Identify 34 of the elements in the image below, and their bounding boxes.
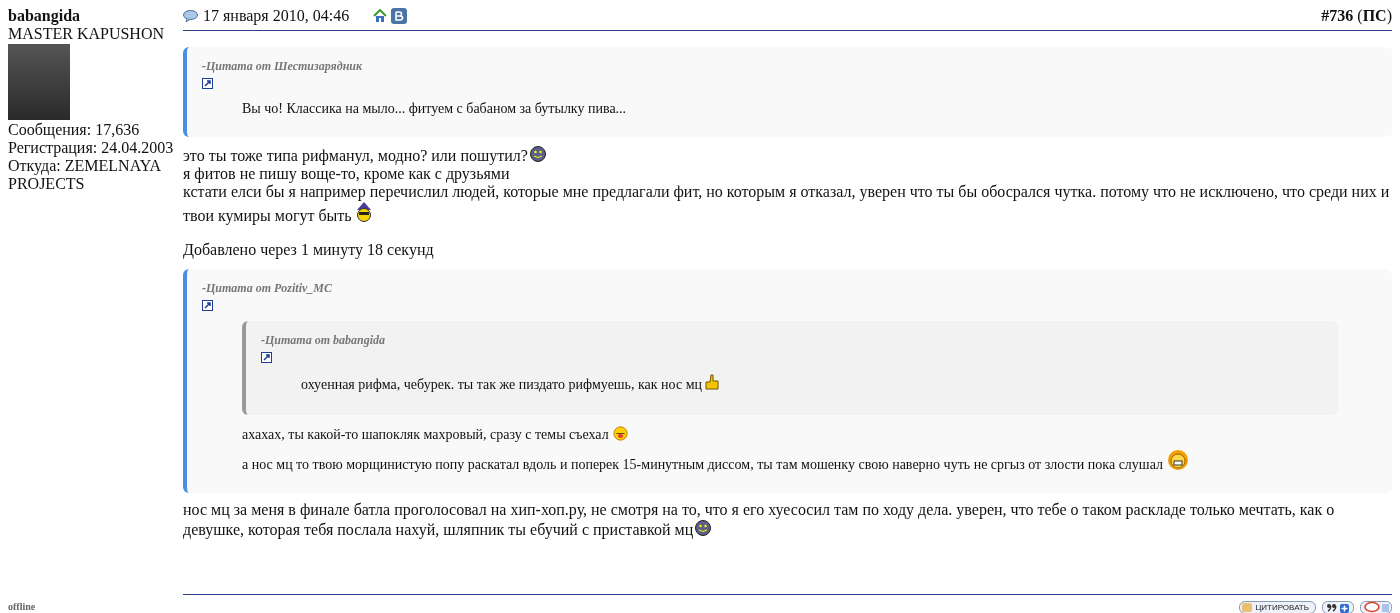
post-text: Вы чо! Классика на мыло... фитуем с бабаном за бутылку пива...: [242, 100, 628, 118]
post-date: 17 января 2010, 04:46: [203, 7, 350, 25]
user-title: MASTER KAPUSHON: [8, 25, 166, 43]
added-note: Добавлено через 1 минуту 18 секунд: [183, 241, 435, 259]
post-text: ахахах, ты какой-то шапокляк махровый, сразу с темы съехал: [242, 425, 1378, 445]
speech-bubble-icon: [183, 10, 198, 22]
user-stat: Регистрация: 24.04.2003: [8, 139, 175, 157]
tongue-smiley-icon: [613, 426, 629, 441]
online-status: offline: [8, 601, 37, 612]
smiley-icon: [528, 145, 547, 163]
post-number[interactable]: #736 (ПС): [1321, 7, 1392, 25]
post-text: охуенная рифма, чебурек. ты так же пиздато рифмуешь, как нос мц: [301, 373, 1324, 395]
quote-author: -Цитата от Шестизарядник: [202, 59, 364, 73]
post-text: а нос мц то твою морщинистую попу раскатал вдоль и поперек 15-минутным диссом, ты там мошенку свою наверно чуть не сргыз от злости пока слушал: [242, 449, 1378, 475]
thumbs-up-icon: [703, 373, 722, 391]
post-text: кстати елси бы я например перечислил людей, которые мне предлагали фит, но которым я отказал, уверен что ты бы обосрался чутка. потому что не исключено, что среди них и твои кумиры могут быть: [183, 183, 1391, 225]
post-text: нос мц за меня в финале батла проголосовал на хип-хоп.ру, не смотря на то, что я его хуесосил там по ходу дела. уверен, что тебе о таком раскладе только мечтать, как о девушке, которая тебя послала нахуй, шляпник ты ебучий с приставкой мц: [183, 501, 1336, 539]
social-share-icon[interactable]: [391, 8, 408, 24]
post-text: это ты тоже типа рифманул, модно? или пошутил?: [183, 145, 1392, 165]
smiley-icon: [694, 519, 713, 537]
username[interactable]: babangida: [8, 7, 183, 25]
quote-author: -Цитата от babangida: [261, 333, 386, 347]
home-icon[interactable]: [373, 9, 388, 23]
post-text: я фитов не пишу воще-то, кроме как с друзьями: [183, 165, 511, 183]
link-arrow-icon[interactable]: [202, 78, 213, 89]
link-arrow-icon[interactable]: [202, 300, 213, 311]
multiquote-plus-icon[interactable]: [1322, 601, 1354, 613]
user-stat: Сообщения: 17,636: [8, 121, 141, 139]
link-arrow-icon[interactable]: [261, 352, 272, 363]
user-stat: Откуда: ZEMELNAYA PROJECTS: [8, 157, 162, 193]
laughing-smiley-icon: [1167, 449, 1190, 471]
quote-author: -Цитата от Pozitiv_MC: [202, 281, 333, 295]
quote-button[interactable]: ЦИТИРОВАТЬ: [1239, 601, 1316, 613]
speech-bubble-icon[interactable]: [1360, 601, 1392, 613]
